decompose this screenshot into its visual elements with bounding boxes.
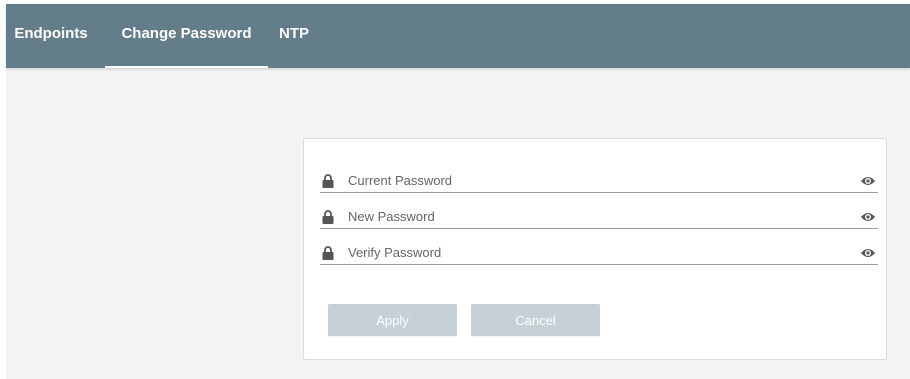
new-password-field	[320, 206, 878, 229]
tab-endpoints[interactable]: Endpoints	[6, 4, 96, 68]
eye-icon[interactable]	[860, 211, 876, 223]
verify-password-input[interactable]	[348, 242, 838, 262]
current-password-field	[320, 170, 878, 193]
new-password-input[interactable]	[348, 206, 838, 226]
eye-icon[interactable]	[860, 247, 876, 259]
app-frame: Endpoints Change Password NTP Apply Canc…	[6, 4, 910, 379]
top-nav-bar: Endpoints Change Password NTP	[6, 4, 910, 68]
tab-ntp[interactable]: NTP	[274, 4, 314, 68]
tab-change-password[interactable]: Change Password	[105, 4, 268, 68]
verify-password-field	[320, 242, 878, 265]
current-password-input[interactable]	[348, 170, 838, 190]
cancel-button[interactable]: Cancel	[471, 304, 600, 336]
lock-icon	[322, 246, 334, 260]
lock-icon	[322, 174, 334, 188]
apply-button[interactable]: Apply	[328, 304, 457, 336]
eye-icon[interactable]	[860, 175, 876, 187]
change-password-card: Apply Cancel	[303, 138, 887, 360]
lock-icon	[322, 210, 334, 224]
